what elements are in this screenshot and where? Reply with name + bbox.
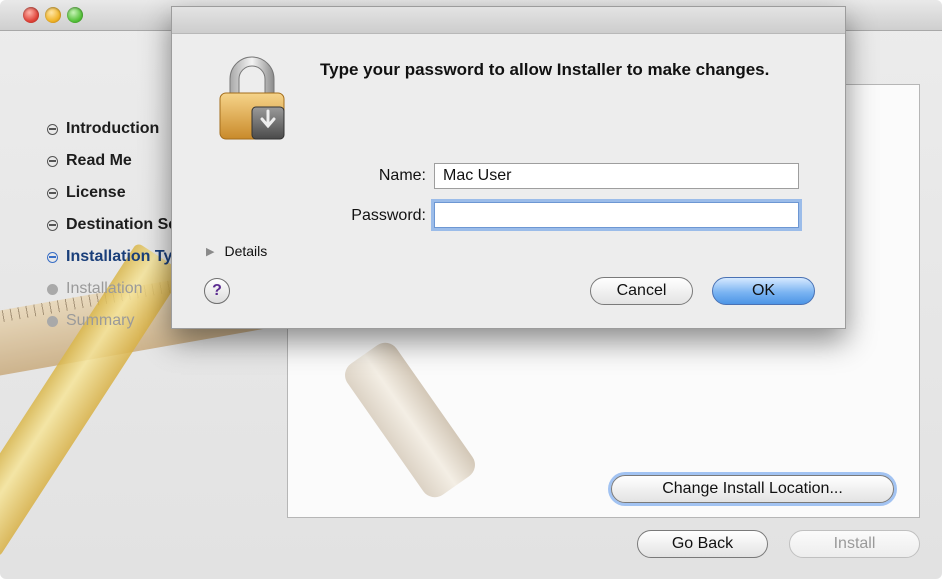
minimize-window-button[interactable] [45,7,61,23]
step-bullet-icon [47,123,58,135]
password-field[interactable] [434,202,799,228]
step-bullet-icon [47,315,58,327]
zoom-window-button[interactable] [67,7,83,23]
installer-window: Introduction Read Me License Destination… [0,0,942,579]
details-disclosure[interactable]: ▶ Details [206,243,267,259]
go-back-button[interactable]: Go Back [637,530,768,558]
help-button[interactable]: ? [204,278,230,304]
step-bullet-icon [47,219,58,231]
step-bullet-icon [47,251,58,263]
details-label: Details [224,243,268,259]
step-bullet-icon [47,283,58,295]
step-label: Introduction [66,120,160,137]
install-button[interactable]: Install [789,530,920,558]
name-label: Name: [378,167,426,184]
dialog-message: Type your password to allow Installer to… [320,60,770,79]
close-window-button[interactable] [23,7,39,23]
ok-button[interactable]: OK [712,277,815,305]
authentication-dialog: Type your password to allow Installer to… [171,6,846,329]
step-label: License [66,184,126,201]
change-install-location-button[interactable]: Change Install Location... [611,475,894,503]
cancel-button[interactable]: Cancel [590,277,693,305]
step-bullet-icon [47,155,58,167]
step-label: Summary [66,312,135,329]
lock-icon [219,56,285,140]
step-label: Installation [66,280,143,297]
disclosure-triangle-icon[interactable]: ▶ [206,245,214,258]
step-bullet-icon [47,187,58,199]
step-label: Read Me [66,152,132,169]
dialog-title-strip [172,7,845,34]
name-field[interactable] [434,163,799,189]
password-label: Password: [351,207,426,224]
